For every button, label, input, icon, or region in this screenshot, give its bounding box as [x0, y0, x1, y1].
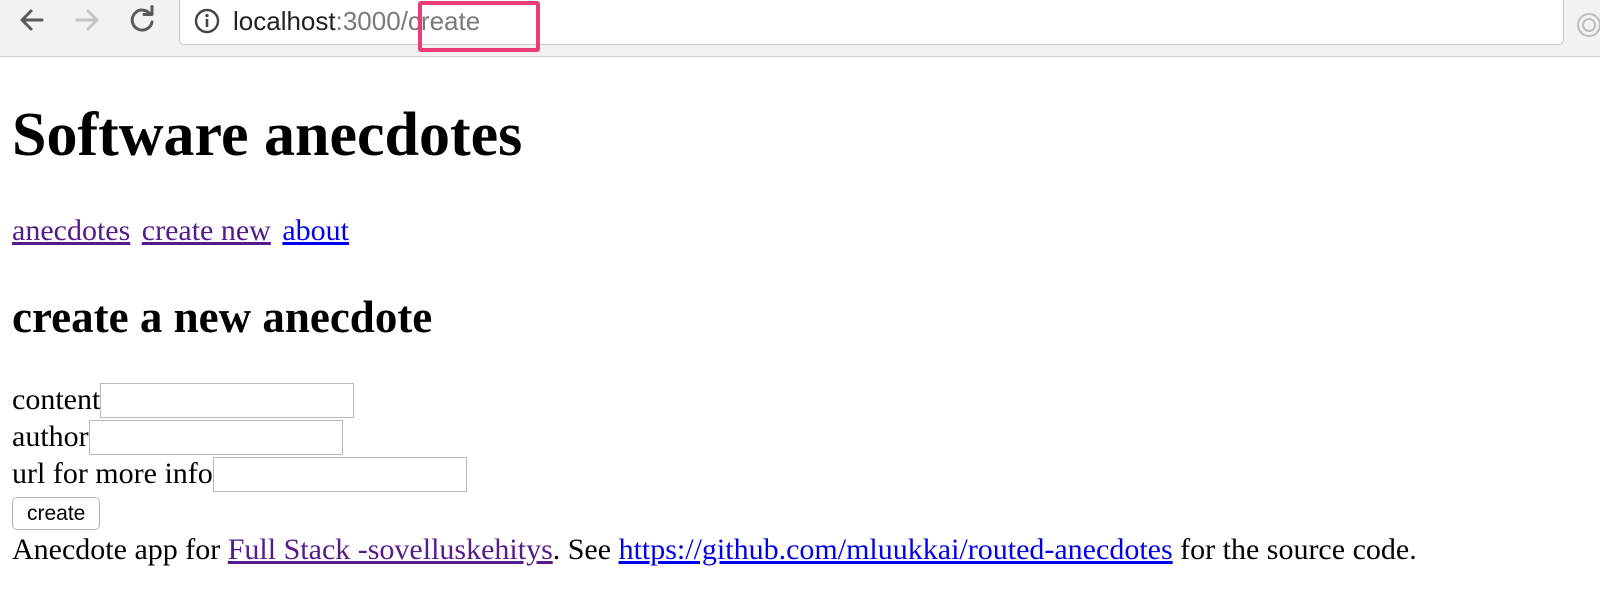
menu-link-about[interactable]: about [282, 214, 349, 247]
forward-arrow-icon[interactable] [69, 2, 105, 38]
form-heading: create a new anecdote [12, 292, 433, 342]
menu-link-anecdotes[interactable]: anecdotes [12, 214, 130, 247]
nav-menu: anecdotes create new about [12, 211, 353, 251]
back-arrow-icon[interactable] [14, 2, 50, 38]
page-title: Software anecdotes [12, 101, 523, 169]
course-link[interactable]: Full Stack -sovelluskehitys [228, 533, 553, 566]
reload-icon[interactable] [124, 2, 160, 38]
browser-toolbar: localhost:3000/create [0, 0, 1600, 57]
author-input[interactable] [88, 419, 343, 455]
info-url-field-row: url for more info [12, 456, 467, 492]
create-button[interactable]: create [12, 497, 101, 530]
footer-middle: . See [552, 533, 619, 566]
content-label: content [12, 383, 101, 416]
url-host: localhost [233, 6, 336, 36]
info-url-label: url for more info [12, 457, 213, 490]
url-port: :3000 [335, 6, 401, 36]
extension-icon[interactable] [1574, 10, 1600, 40]
footer-prefix: Anecdote app for [12, 533, 228, 566]
footer-suffix: for the source code. [1172, 533, 1417, 566]
info-url-input[interactable] [212, 456, 467, 492]
author-field-row: author [12, 419, 343, 455]
content-input[interactable] [100, 382, 355, 418]
info-icon[interactable] [193, 7, 221, 35]
author-label: author [12, 420, 89, 453]
url-path-highlight [418, 1, 540, 52]
menu-link-create-new[interactable]: create new [142, 214, 271, 247]
content-field-row: content [12, 382, 355, 418]
repo-link[interactable]: https://github.com/mluukkai/routed-anecd… [619, 533, 1173, 566]
footer: Anecdote app for Full Stack -sovelluskeh… [12, 530, 1417, 570]
address-bar[interactable]: localhost:3000/create [179, 0, 1564, 45]
